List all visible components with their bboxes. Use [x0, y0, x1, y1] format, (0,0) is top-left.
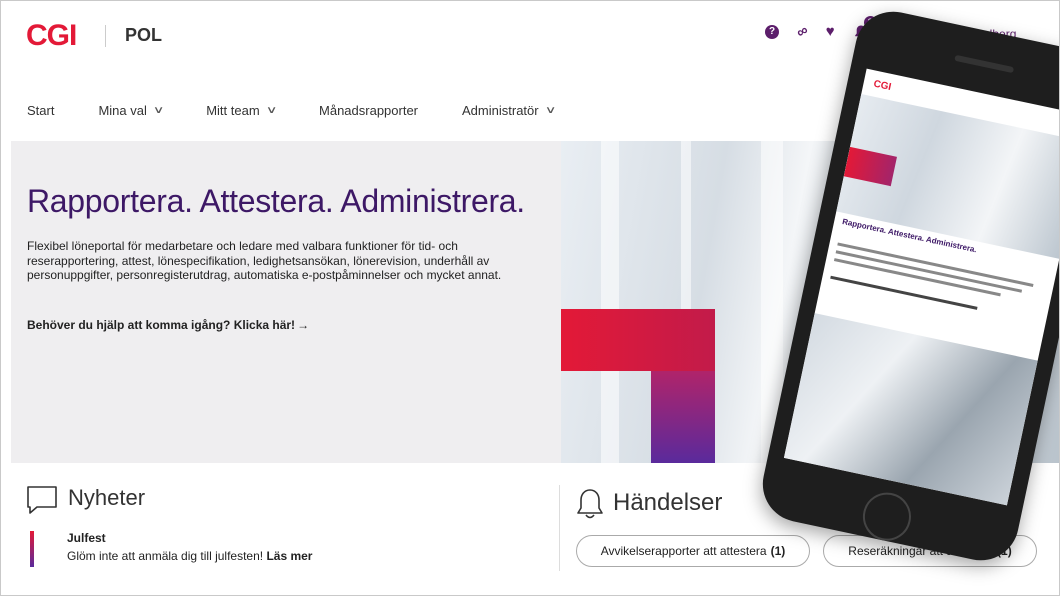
chevron-down-icon: ∨: [544, 105, 557, 116]
news-accent-bar: [30, 531, 34, 567]
link-icon[interactable]: ∞: [793, 21, 811, 41]
nav-label: Mina val: [98, 103, 147, 118]
phone-text-line: [830, 275, 978, 310]
phone-text-line: [833, 258, 1001, 297]
phone-bottom-image: [783, 313, 1038, 506]
pending-deviation-reports-button[interactable]: Avvikelserapporter att attestera (1): [576, 535, 810, 567]
decor-purple-bar: [651, 371, 715, 463]
speech-bubble-icon: [27, 486, 57, 514]
app-name: POL: [125, 25, 163, 45]
phone-speaker: [954, 54, 1015, 74]
bell-outline-icon: [577, 489, 603, 519]
pill-label: Avvikelserapporter att attestera: [600, 544, 767, 558]
pill-count: (1): [770, 544, 786, 558]
phone-home-button: [858, 488, 916, 546]
main-nav: Start Mina val ∨ Mitt team ∨ Månadsrapport…: [27, 103, 598, 118]
news-title: Nyheter: [68, 485, 146, 510]
read-more-link[interactable]: Läs mer: [266, 549, 312, 563]
chevron-down-icon: ∨: [152, 105, 165, 116]
heart-icon[interactable]: ♥: [826, 23, 835, 40]
nav-item-start[interactable]: Start: [27, 103, 54, 118]
chevron-down-icon: ∨: [265, 105, 278, 116]
header-icons: ? ∞ ♥ 2: [765, 15, 877, 42]
news-item-title: Julfest: [67, 531, 106, 545]
phone-cgi-logo: CGI: [872, 78, 893, 93]
help-circle-icon[interactable]: ?: [765, 24, 779, 39]
page-frame: CGI POL ? ∞ ♥ 2 n Rydberg Start Mina val…: [0, 0, 1060, 596]
nav-item-administrator[interactable]: Administratör ∨: [462, 103, 557, 118]
nav-item-mitt-team[interactable]: Mitt team ∨: [206, 103, 278, 118]
hero-description: Flexibel löneportal för medarbetare och …: [27, 239, 502, 282]
nav-label: Månadsrapporter: [319, 103, 419, 118]
news-item-body: Glöm inte att anmäla dig till julfesten!: [67, 549, 264, 563]
decor-red-bar: [561, 309, 715, 371]
window-stripe: [601, 141, 619, 463]
hero-title: Rapportera. Attestera. Administrera.: [27, 183, 525, 219]
section-divider: [559, 485, 560, 571]
cgi-logo[interactable]: CGI: [26, 19, 77, 53]
arrow-right-icon: →: [297, 318, 310, 332]
nav-label: Start: [27, 103, 55, 118]
news-item-text: Glöm inte att anmäla dig till julfesten!…: [67, 549, 312, 563]
nav-item-manadsrapporter[interactable]: Månadsrapporter: [319, 103, 418, 118]
logo-separator: [105, 25, 106, 47]
nav-item-mina-val[interactable]: Mina val ∨: [98, 103, 165, 118]
help-link-text: Behöver du hjälp att komma igång? Klicka…: [27, 318, 296, 332]
help-link[interactable]: Behöver du hjälp att komma igång? Klicka…: [27, 318, 309, 332]
phone-screen: CGI Rapportera. Attestera. Administrera.: [783, 68, 1059, 506]
nav-label: Administratör: [462, 103, 539, 118]
events-title: Händelser: [613, 489, 723, 516]
nav-label: Mitt team: [206, 103, 260, 118]
